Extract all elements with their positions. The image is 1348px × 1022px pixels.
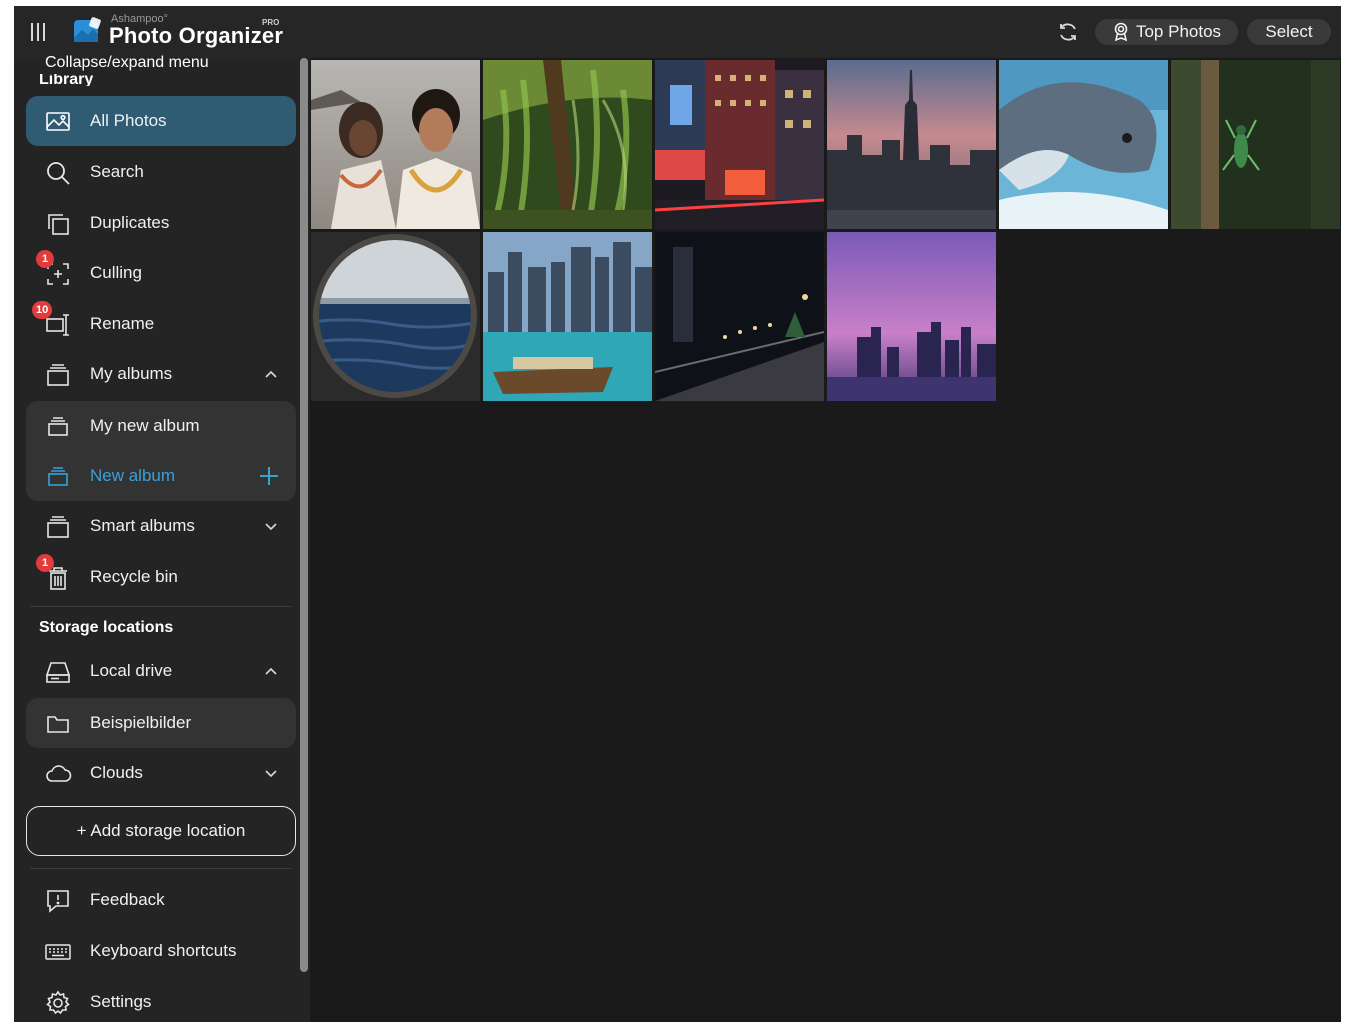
- sidebar-item-duplicates[interactable]: Duplicates: [26, 198, 296, 248]
- photo-thumbnail[interactable]: [999, 60, 1168, 229]
- chevron-up-icon[interactable]: [264, 367, 278, 381]
- sidebar-item-label: Search: [90, 162, 144, 181]
- recycle-badge: 1: [36, 554, 54, 572]
- folder-icon: [47, 716, 69, 733]
- sidebar-item-label: Beispielbilder: [90, 713, 192, 732]
- photo-grid: [310, 58, 1341, 1022]
- sidebar-item-rename[interactable]: Rename 10: [26, 299, 296, 349]
- drive-icon: [45, 662, 71, 683]
- photo-thumbnail[interactable]: [655, 232, 824, 401]
- sidebar-item-label: New album: [90, 466, 176, 485]
- sidebar-item-feedback[interactable]: Feedback: [26, 875, 296, 925]
- culling-badge: 1: [36, 250, 54, 268]
- sidebar-item-beispielbilder[interactable]: Beispielbilder: [26, 698, 296, 748]
- sidebar-item-label: Local drive: [90, 661, 173, 680]
- keyboard-icon: [45, 944, 71, 960]
- sidebar-item-label: My albums: [90, 364, 173, 383]
- sidebar-item-clouds[interactable]: Clouds: [26, 748, 296, 798]
- sidebar-item-my-new-album[interactable]: My new album: [26, 401, 296, 451]
- plus-icon[interactable]: [258, 465, 280, 487]
- sidebar-item-label: All Photos: [90, 111, 167, 130]
- sidebar-item-label: Smart albums: [90, 516, 195, 535]
- sidebar-item-label: Duplicates: [90, 213, 170, 232]
- sidebar-item-label: Rename: [90, 314, 155, 333]
- sidebar-item-settings[interactable]: Settings: [26, 977, 296, 1022]
- sidebar: Library All Photos Search Duplicates Cul…: [14, 58, 310, 1022]
- album-icon: [48, 417, 68, 436]
- feedback-icon: [47, 890, 69, 913]
- sidebar-item-search[interactable]: Search: [26, 147, 296, 197]
- photos-icon: [46, 112, 70, 131]
- app-logo-icon: [74, 17, 101, 42]
- sidebar-item-smart-albums[interactable]: Smart albums: [26, 501, 296, 551]
- sidebar-item-label: Feedback: [90, 890, 165, 909]
- photo-thumbnail[interactable]: [827, 232, 996, 401]
- photo-thumbnail[interactable]: [655, 60, 824, 229]
- app-title: Photo Organizer: [109, 23, 284, 48]
- sidebar-item-my-albums[interactable]: My albums: [26, 349, 296, 399]
- sidebar-item-label: Culling: [90, 263, 142, 282]
- sidebar-item-recycle-bin[interactable]: Recycle bin 1: [26, 552, 296, 602]
- library-heading: Library: [39, 74, 94, 86]
- sidebar-item-all-photos[interactable]: All Photos: [26, 96, 296, 146]
- top-bar: Ashampoo° PRO Photo Organizer Top Photos…: [14, 6, 1341, 58]
- photo-thumbnail[interactable]: [483, 60, 652, 229]
- photo-thumbnail[interactable]: [311, 232, 480, 401]
- duplicates-icon: [48, 214, 69, 235]
- search-icon: [47, 162, 70, 185]
- app-window: Ashampoo° PRO Photo Organizer Top Photos…: [14, 6, 1341, 1022]
- refresh-icon[interactable]: [1056, 20, 1080, 44]
- cloud-icon: [46, 765, 72, 782]
- sidebar-item-label: Settings: [90, 992, 152, 1011]
- award-icon: [1114, 22, 1128, 42]
- photo-thumbnail[interactable]: [827, 60, 996, 229]
- sidebar-item-label: Clouds: [90, 763, 143, 782]
- smart-album-icon: [47, 516, 69, 538]
- album-icon: [47, 364, 69, 386]
- chevron-down-icon[interactable]: [264, 519, 278, 533]
- menu-toggle-icon[interactable]: [26, 20, 50, 44]
- sidebar-item-local-drive[interactable]: Local drive: [26, 646, 296, 696]
- tooltip-collapse-menu: Collapse/expand menu: [45, 54, 209, 71]
- sidebar-item-keyboard-shortcuts[interactable]: Keyboard shortcuts: [26, 926, 296, 976]
- new-album-icon: [48, 467, 68, 486]
- sidebar-item-label: Recycle bin: [90, 567, 178, 586]
- photo-thumbnail[interactable]: [1171, 60, 1340, 229]
- sidebar-scrollbar[interactable]: [300, 58, 308, 972]
- sidebar-item-label: My new album: [90, 416, 200, 435]
- add-storage-location-button[interactable]: + Add storage location: [26, 806, 296, 856]
- top-photos-label: Top Photos: [1135, 22, 1222, 41]
- sidebar-item-new-album[interactable]: New album: [26, 451, 296, 501]
- select-button[interactable]: Select: [1247, 19, 1331, 45]
- chevron-up-icon[interactable]: [264, 664, 278, 678]
- top-photos-button[interactable]: Top Photos: [1095, 19, 1238, 45]
- sidebar-item-label: Keyboard shortcuts: [90, 941, 237, 960]
- photo-thumbnail[interactable]: [483, 232, 652, 401]
- photo-thumbnail[interactable]: [311, 60, 480, 229]
- rename-badge: 10: [32, 301, 53, 319]
- gear-icon: [46, 990, 70, 1015]
- chevron-down-icon[interactable]: [264, 766, 278, 780]
- sidebar-item-culling[interactable]: Culling 1: [26, 248, 296, 298]
- divider: [30, 606, 292, 607]
- divider: [30, 868, 292, 869]
- storage-heading: Storage locations: [39, 619, 174, 636]
